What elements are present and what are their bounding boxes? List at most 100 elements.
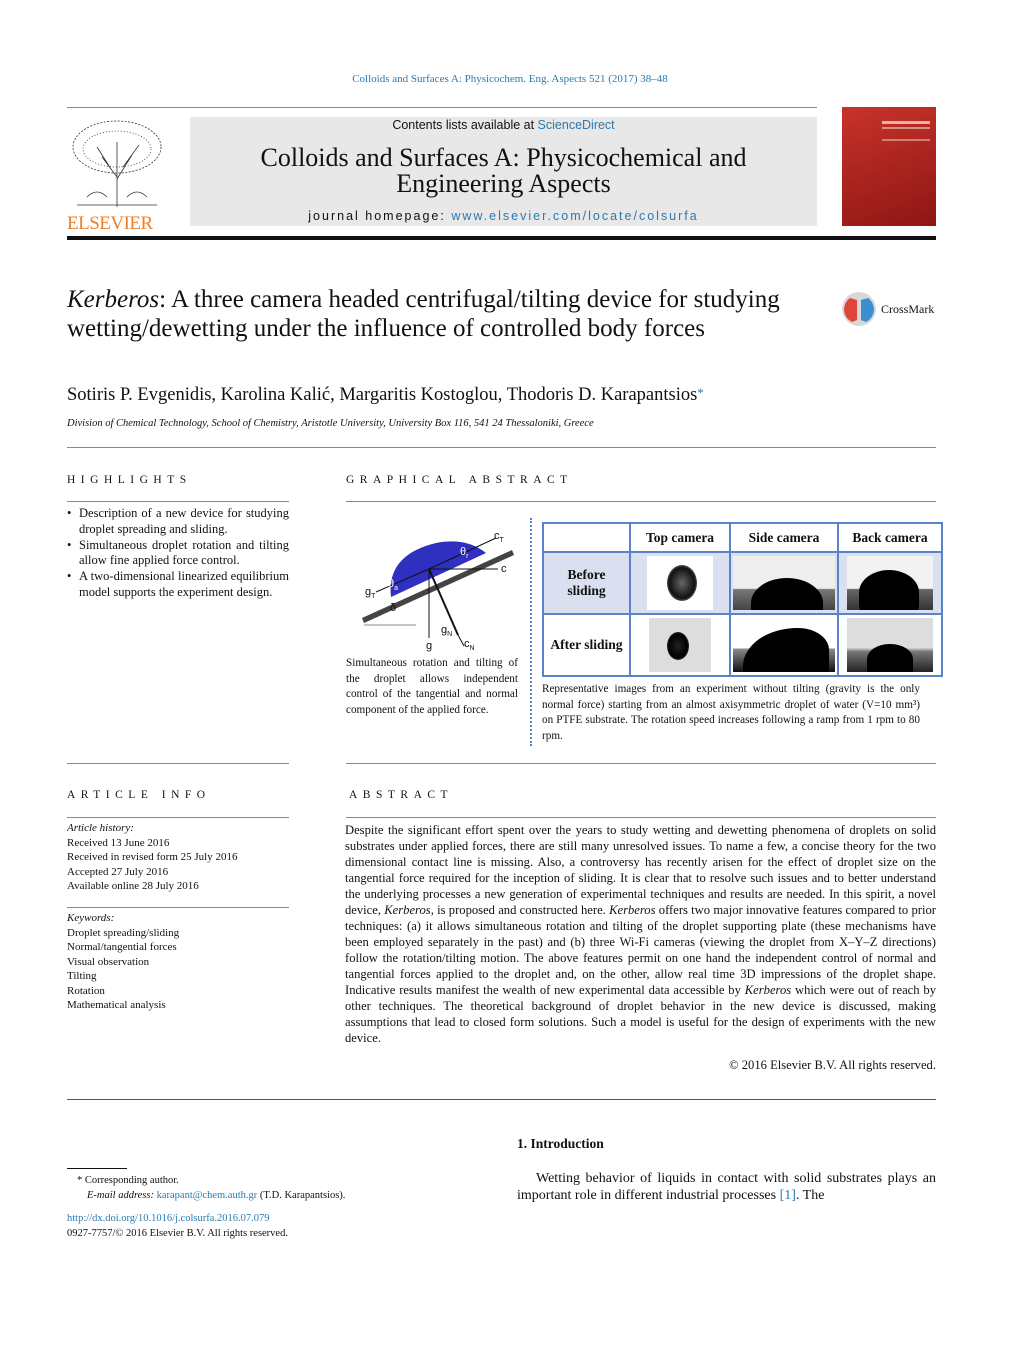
history-item: Accepted 27 July 2016 [67, 865, 169, 878]
homepage-label: journal homepage: [308, 209, 452, 223]
journal-header-box: Contents lists available at ScienceDirec… [190, 117, 817, 226]
label-delta: δ [390, 602, 396, 614]
doi-block: http://dx.doi.org/10.1016/j.colsurfa.201… [67, 1212, 288, 1241]
contents-prefix: Contents lists available at [392, 118, 538, 132]
introduction-text: Wetting behavior of liquids in contact w… [517, 1170, 936, 1204]
elsevier-wordmark: ELSEVIER [67, 213, 153, 234]
keyword: Rotation [67, 984, 105, 997]
issn-copyright: 0927-7757/© 2016 Elsevier B.V. All right… [67, 1227, 288, 1239]
image-cell [837, 613, 943, 677]
abstract-text: Despite the significant effort spent ove… [345, 822, 936, 1046]
highlights-list: Description of a new device for studying… [67, 506, 289, 601]
affiliation: Division of Chemical Technology, School … [67, 418, 594, 429]
journal-title: Colloids and Surfaces A: Physicochemical… [260, 143, 747, 198]
image-cell [629, 613, 731, 677]
divider [346, 501, 936, 502]
corresponding-label: Corresponding author. [84, 1175, 179, 1186]
label-ct: cT [494, 530, 505, 544]
divider [67, 501, 289, 502]
keyword: Mathematical analysis [67, 999, 166, 1011]
footnote-mark: * [77, 1175, 83, 1186]
header-bar [67, 236, 936, 240]
divider [67, 107, 817, 108]
highlight-item: A two-dimensional linearized equilibrium… [67, 569, 289, 601]
abstract-heading: ABSTRACT [349, 789, 454, 801]
author-list: Sotiris P. Evgenidis, Karolina Kalić, Ma… [67, 385, 698, 405]
keywords: Keywords: Droplet spreading/sliding Norm… [67, 911, 179, 1013]
crossmark-icon [842, 292, 876, 326]
device-name: Kerberos [744, 983, 792, 997]
email-label: E-mail address: [87, 1189, 157, 1201]
column-header: Back camera [837, 522, 943, 553]
history-label: Article history: [67, 822, 134, 834]
sciencedirect-link[interactable]: ScienceDirect [538, 118, 615, 132]
journal-homepage: journal homepage: www.elsevier.com/locat… [190, 209, 817, 223]
contents-line: Contents lists available at ScienceDirec… [190, 118, 817, 132]
graphical-abstract-heading: GRAPHICAL ABSTRACT [346, 474, 573, 486]
article-title: Kerberos: A three camera headed centrifu… [67, 285, 807, 343]
side-camera-after-image [733, 618, 835, 672]
keyword: Normal/tangential forces [67, 941, 177, 953]
image-cell [629, 551, 731, 615]
keyword: Visual observation [67, 955, 150, 968]
intro-text: . The [795, 1188, 825, 1203]
image-cell [729, 613, 839, 677]
device-name: Kerberos [384, 903, 431, 917]
footnote-rule [67, 1168, 127, 1169]
journal-cover[interactable] [842, 107, 936, 226]
history-item: Received in revised form 25 July 2016 [67, 851, 238, 863]
divider [67, 763, 289, 764]
camera-images-table: Top camera Side camera Back camera Befor… [542, 522, 943, 677]
keywords-label: Keywords: [67, 912, 115, 924]
row-header: After sliding [542, 613, 631, 677]
doi-link[interactable]: http://dx.doi.org/10.1016/j.colsurfa.201… [67, 1213, 270, 1224]
table-corner [542, 522, 631, 553]
back-camera-before-image [847, 556, 933, 610]
corresponding-author-link[interactable]: * [697, 385, 704, 400]
divider [67, 1099, 936, 1100]
top-camera-after-image [649, 618, 711, 672]
article-info-heading: ARTICLE INFO [67, 789, 211, 801]
elsevier-logo: ELSEVIER [67, 117, 167, 234]
crossmark-button[interactable]: CrossMark [840, 290, 934, 328]
journal-reference-link[interactable]: Colloids and Surfaces A: Physicochem. En… [352, 73, 668, 85]
image-cell [837, 551, 943, 615]
diagram-caption: Simultaneous rotation and tilting of the… [346, 657, 518, 716]
footnote: * Corresponding author. E-mail address: … [77, 1174, 345, 1203]
divider [67, 447, 936, 448]
cover-title-mark [882, 121, 930, 124]
authors: Sotiris P. Evgenidis, Karolina Kalić, Ma… [67, 385, 704, 406]
image-cell [729, 551, 839, 615]
journal-reference: Colloids and Surfaces A: Physicochem. En… [0, 73, 1020, 85]
keyword: Droplet spreading/sliding [67, 926, 180, 939]
side-camera-before-image [733, 556, 835, 610]
introduction-heading: 1. Introduction [517, 1136, 604, 1151]
row-header: Before sliding [542, 551, 631, 615]
divider [67, 907, 289, 908]
droplet-force-diagram: cT c θr θa gT δ g gN cN [362, 530, 514, 652]
title-italic: Kerberos [67, 286, 160, 313]
crossmark-label: CrossMark [881, 301, 935, 316]
divider [346, 817, 936, 818]
homepage-link[interactable]: www.elsevier.com/locate/colsurfa [451, 209, 698, 223]
column-header: Side camera [729, 522, 839, 553]
label-gn: gN [441, 624, 452, 638]
back-camera-after-image [847, 618, 933, 672]
dotted-separator [530, 518, 532, 746]
highlight-item: Simultaneous droplet rotation and tiltin… [67, 538, 289, 570]
cover-title-mark [882, 139, 930, 141]
keyword: Tilting [67, 970, 97, 982]
reference-link[interactable]: [1] [780, 1188, 796, 1203]
label-g: g [426, 640, 432, 652]
highlight-item: Description of a new device for studying… [67, 506, 289, 538]
email-suffix: (T.D. Karapantsios). [257, 1189, 346, 1201]
email-link[interactable]: karapant@chem.auth.gr [157, 1190, 258, 1201]
title-rest: : A three camera headed centrifugal/tilt… [67, 286, 780, 342]
top-camera-before-image [647, 556, 713, 610]
abstract-copyright: © 2016 Elsevier B.V. All rights reserved… [729, 1058, 936, 1072]
highlights-heading: HIGHLIGHTS [67, 474, 192, 486]
paper-page: Colloids and Surfaces A: Physicochem. En… [0, 0, 1020, 1351]
label-gt: gT [365, 586, 376, 600]
cover-title-mark [882, 127, 930, 129]
intro-text: Wetting behavior of liquids in contact w… [517, 1171, 936, 1203]
